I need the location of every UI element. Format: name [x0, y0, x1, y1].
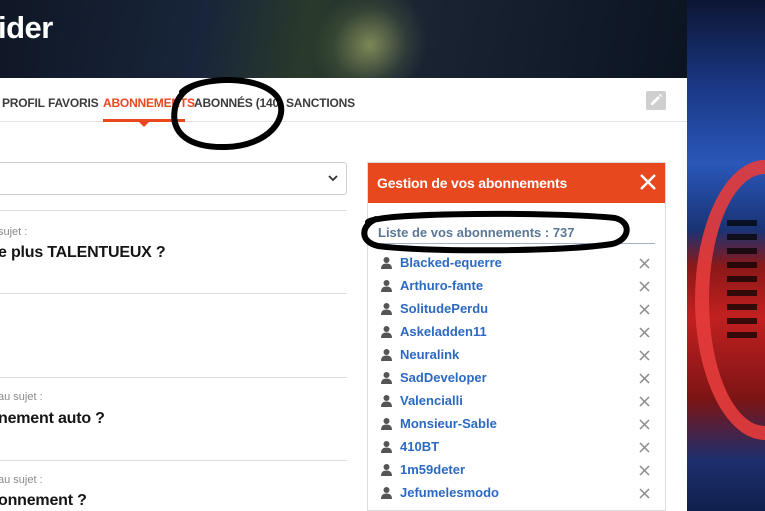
remove-icon[interactable] [639, 419, 650, 430]
user-icon [381, 257, 392, 269]
list-item: Jefumelesmodo [368, 483, 665, 506]
list-item: Monsieur-Sable [368, 414, 665, 437]
user-icon [381, 280, 392, 292]
post-divider [0, 210, 347, 211]
user-icon [381, 372, 392, 384]
post-divider [0, 460, 347, 461]
subscription-name[interactable]: Askeladden11 [400, 324, 487, 339]
post-divider [0, 377, 347, 378]
list-item: 410BT [368, 437, 665, 460]
subscription-name[interactable]: SadDeveloper [400, 370, 487, 385]
subscription-name[interactable]: Neuralink [400, 347, 459, 362]
background-artwork [687, 0, 765, 511]
post-title[interactable]: onnement ? [0, 492, 87, 510]
banner-light-streak [289, 0, 451, 78]
post-subtitle: au sujet : [0, 391, 43, 403]
post-title[interactable]: nement auto ? [0, 410, 105, 428]
remove-icon[interactable] [639, 350, 650, 361]
remove-icon[interactable] [639, 258, 650, 269]
list-item: Arthuro-fante [368, 276, 665, 299]
chevron-down-icon [328, 175, 338, 182]
banner-title: ider [0, 10, 53, 45]
subscriptions-count: Liste de vos abonnements : 737 [378, 225, 655, 244]
subscription-name[interactable]: SolitudePerdu [400, 301, 488, 316]
subscription-name[interactable]: 410BT [400, 439, 439, 454]
user-icon [381, 441, 392, 453]
filter-select[interactable] [0, 162, 347, 195]
user-icon [381, 326, 392, 338]
profile-banner: ider [0, 0, 687, 78]
subscription-name[interactable]: 1m59deter [400, 462, 465, 477]
subscription-name[interactable]: Blacked-equerre [400, 255, 502, 270]
user-icon [381, 303, 392, 315]
list-item: Askeladden11 [368, 322, 665, 345]
user-icon [381, 487, 392, 499]
subscription-name[interactable]: Valencialli [400, 393, 463, 408]
subscriptions-panel: Gestion de vos abonnements Liste de vos … [367, 162, 666, 511]
subscription-name[interactable]: Jefumelesmodo [400, 485, 499, 500]
profile-tabs: PROFIL FAVORIS ABONNEMENTS ABONNÉS (140)… [0, 78, 687, 127]
panel-header: Gestion de vos abonnements [368, 163, 665, 203]
post-subtitle: sujet : [0, 226, 28, 238]
tab-favoris[interactable]: FAVORIS [48, 96, 99, 110]
remove-icon[interactable] [639, 304, 650, 315]
user-icon [381, 418, 392, 430]
subscription-name[interactable]: Arthuro-fante [400, 278, 483, 293]
list-item: Neuralink [368, 345, 665, 368]
remove-icon[interactable] [639, 281, 650, 292]
remove-icon[interactable] [639, 442, 650, 453]
tab-sanctions[interactable]: SANCTIONS [286, 96, 355, 110]
tab-abonnes[interactable]: ABONNÉS (140) [194, 96, 283, 110]
tab-profil[interactable]: PROFIL [2, 96, 45, 110]
remove-icon[interactable] [639, 327, 650, 338]
user-icon [381, 349, 392, 361]
remove-icon[interactable] [639, 373, 650, 384]
artwork-pattern [727, 220, 757, 340]
pencil-icon [651, 94, 662, 105]
post-divider [0, 293, 347, 294]
post-title[interactable]: e plus TALENTUEUX ? [0, 244, 166, 262]
remove-icon[interactable] [639, 396, 650, 407]
list-item: SadDeveloper [368, 368, 665, 391]
user-icon [381, 395, 392, 407]
subscription-name[interactable]: Monsieur-Sable [400, 416, 497, 431]
remove-icon[interactable] [639, 488, 650, 499]
list-item: 1m59deter [368, 460, 665, 483]
user-icon [381, 464, 392, 476]
remove-icon[interactable] [639, 465, 650, 476]
panel-title: Gestion de vos abonnements [377, 175, 568, 191]
close-icon[interactable] [639, 173, 657, 191]
tab-abonnements[interactable]: ABONNEMENTS [103, 96, 195, 110]
list-item: Valencialli [368, 391, 665, 414]
list-item: SolitudePerdu [368, 299, 665, 322]
list-item: Blacked-equerre [368, 253, 665, 276]
post-subtitle: au sujet : [0, 474, 43, 486]
active-tab-caret [139, 122, 149, 127]
edit-profile-button[interactable] [646, 91, 666, 110]
main-content: PROFIL FAVORIS ABONNEMENTS ABONNÉS (140)… [0, 78, 687, 511]
